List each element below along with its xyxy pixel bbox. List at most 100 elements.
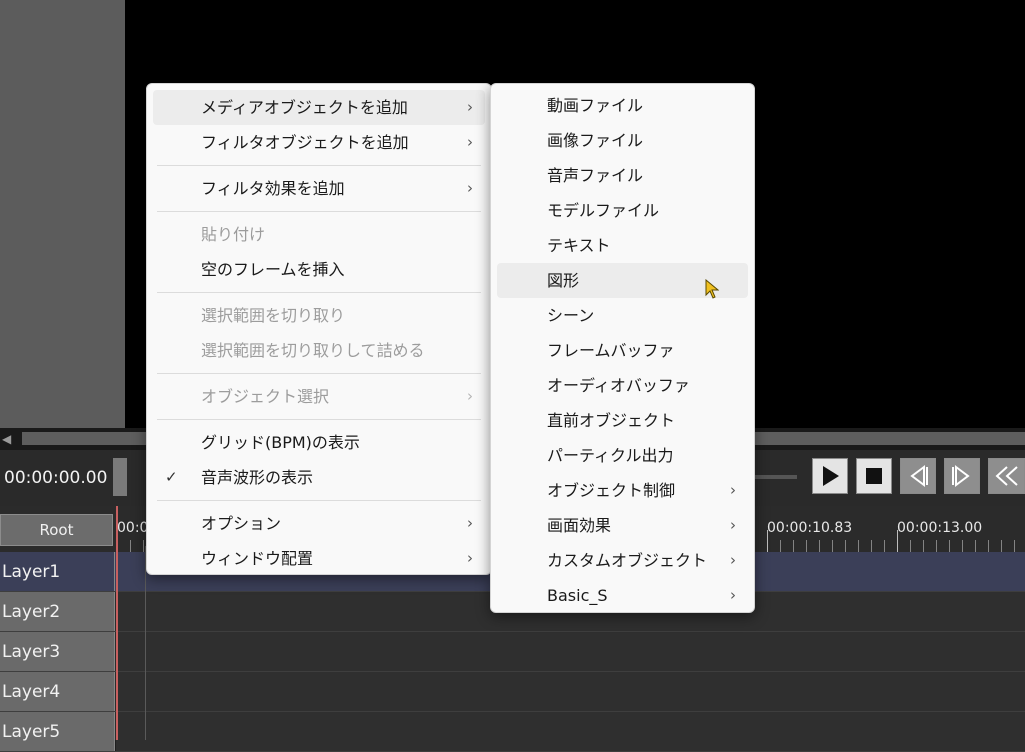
- chevron-right-icon: ›: [467, 549, 473, 567]
- stop-icon: [866, 468, 882, 484]
- ruler-major-tick: [897, 530, 898, 552]
- submenu-item-model-file[interactable]: モデルファイル: [497, 193, 748, 228]
- step-forward-icon: [952, 465, 970, 487]
- submenu-item-previous-object[interactable]: 直前オブジェクト: [497, 403, 748, 438]
- menu-item-label: パーティクル出力: [547, 446, 674, 465]
- submenu-item-audio-file[interactable]: 音声ファイル: [497, 158, 748, 193]
- menu-separator: [157, 165, 481, 166]
- stop-button[interactable]: [856, 458, 892, 494]
- menu-separator: [157, 211, 481, 212]
- chevron-right-icon: ›: [467, 179, 473, 197]
- layer-label[interactable]: Layer1: [0, 552, 115, 591]
- menu-item-label: 空のフレームを挿入: [201, 260, 345, 279]
- submenu-item-frame-buffer[interactable]: フレームバッファ: [497, 333, 748, 368]
- menu-item-cut-selection: 選択範囲を切り取り: [153, 298, 485, 333]
- menu-item-label: メディアオブジェクトを追加: [201, 98, 408, 117]
- ruler-label: 00:00:13.00: [897, 520, 983, 536]
- rewind-icon: [995, 466, 1018, 486]
- chevron-right-icon: ›: [467, 514, 473, 532]
- ruler-major-tick: [767, 530, 768, 552]
- menu-item-label: フレームバッファ: [547, 341, 675, 360]
- menu-item-label: 画像ファイル: [547, 131, 644, 150]
- media-object-submenu: 動画ファイル 画像ファイル 音声ファイル モデルファイル テキスト 図形 シーン…: [490, 83, 755, 613]
- menu-separator: [157, 500, 481, 501]
- menu-item-label: フィルタオブジェクトを追加: [201, 133, 409, 152]
- layer-track[interactable]: [116, 672, 1025, 711]
- menu-item-label: 音声波形の表示: [201, 468, 314, 487]
- menu-item-label: オプション: [201, 514, 282, 533]
- submenu-item-video-file[interactable]: 動画ファイル: [497, 88, 748, 123]
- menu-item-label: 図形: [547, 271, 580, 290]
- layer-track[interactable]: [116, 632, 1025, 671]
- submenu-item-screen-effect[interactable]: 画面効果 ›: [497, 508, 748, 543]
- menu-item-label: ウィンドウ配置: [201, 549, 314, 568]
- menu-separator: [157, 292, 481, 293]
- menu-item-label: 選択範囲を切り取り: [201, 306, 346, 325]
- chevron-right-icon: ›: [467, 133, 473, 151]
- layer-label[interactable]: Layer3: [0, 632, 115, 671]
- playhead[interactable]: [116, 506, 118, 740]
- submenu-item-particle-output[interactable]: パーティクル出力: [497, 438, 748, 473]
- chevron-right-icon: ›: [730, 586, 736, 604]
- submenu-item-basic-s[interactable]: Basic_S ›: [497, 578, 748, 613]
- chevron-right-icon: ›: [730, 551, 736, 569]
- play-icon: [823, 466, 839, 486]
- layer-row-3[interactable]: Layer3: [0, 632, 1025, 672]
- ruler-label: 00:00:10.83: [767, 520, 853, 536]
- menu-item-label: オブジェクト選択: [201, 387, 330, 406]
- menu-item-label: カスタムオブジェクト: [547, 551, 708, 570]
- submenu-item-custom-object[interactable]: カスタムオブジェクト ›: [497, 543, 748, 578]
- left-panel: [0, 0, 125, 428]
- menu-item-label: オーディオバッファ: [547, 376, 690, 395]
- chevron-right-icon: ›: [730, 516, 736, 534]
- menu-item-add-filter-object[interactable]: フィルタオブジェクトを追加 ›: [153, 125, 485, 160]
- menu-item-label: 画面効果: [547, 516, 612, 535]
- rewind-button[interactable]: [988, 458, 1025, 494]
- timeline-context-menu: メディアオブジェクトを追加 › フィルタオブジェクトを追加 › フィルタ効果を追…: [146, 83, 492, 575]
- menu-item-label: 貼り付け: [201, 225, 266, 244]
- root-button[interactable]: Root: [0, 514, 113, 546]
- menu-separator: [157, 419, 481, 420]
- next-frame-button[interactable]: [944, 458, 980, 494]
- menu-item-show-grid-bpm[interactable]: グリッド(BPM)の表示: [153, 425, 485, 460]
- menu-item-label: テキスト: [547, 236, 611, 255]
- menu-item-show-waveform[interactable]: ✓ 音声波形の表示: [153, 460, 485, 495]
- menu-item-window-layout[interactable]: ウィンドウ配置 ›: [153, 541, 485, 576]
- step-back-icon: [910, 465, 928, 487]
- layer-label[interactable]: Layer4: [0, 672, 115, 711]
- menu-item-insert-empty-frame[interactable]: 空のフレームを挿入: [153, 252, 485, 287]
- layer-row-5[interactable]: Layer5: [0, 712, 1025, 752]
- menu-item-add-filter-effect[interactable]: フィルタ効果を追加 ›: [153, 171, 485, 206]
- layer-row-4[interactable]: Layer4: [0, 672, 1025, 712]
- menu-item-object-select: オブジェクト選択 ›: [153, 379, 485, 414]
- menu-item-add-media-object[interactable]: メディアオブジェクトを追加 ›: [153, 90, 485, 125]
- menu-item-label: グリッド(BPM)の表示: [201, 433, 360, 452]
- seek-track[interactable]: [755, 475, 797, 479]
- submenu-item-text[interactable]: テキスト: [497, 228, 748, 263]
- menu-separator: [157, 373, 481, 374]
- submenu-item-scene[interactable]: シーン: [497, 298, 748, 333]
- play-button[interactable]: [812, 458, 848, 494]
- prev-frame-button[interactable]: [900, 458, 936, 494]
- menu-item-label: フィルタ効果を追加: [201, 179, 345, 198]
- menu-item-label: 動画ファイル: [547, 96, 644, 115]
- menu-item-label: 選択範囲を切り取りして詰める: [201, 341, 425, 360]
- submenu-item-image-file[interactable]: 画像ファイル: [497, 123, 748, 158]
- checkmark-icon: ✓: [165, 468, 178, 486]
- menu-item-options[interactable]: オプション ›: [153, 506, 485, 541]
- menu-item-paste: 貼り付け: [153, 217, 485, 252]
- scroll-left-icon[interactable]: ◀: [2, 431, 11, 447]
- timecode-display: 00:00:00.00: [4, 468, 108, 488]
- menu-item-label: 音声ファイル: [547, 166, 644, 185]
- layer-label[interactable]: Layer2: [0, 592, 115, 631]
- menu-item-label: モデルファイル: [547, 201, 660, 220]
- submenu-item-audio-buffer[interactable]: オーディオバッファ: [497, 368, 748, 403]
- menu-item-label: シーン: [547, 306, 595, 325]
- timeline-grid-line: [145, 546, 146, 740]
- menu-item-label: オブジェクト制御: [547, 481, 676, 500]
- layer-label[interactable]: Layer5: [0, 712, 115, 751]
- layer-track[interactable]: [116, 712, 1025, 751]
- seek-handle[interactable]: [113, 458, 127, 496]
- menu-item-label: Basic_S: [547, 586, 608, 605]
- submenu-item-object-control[interactable]: オブジェクト制御 ›: [497, 473, 748, 508]
